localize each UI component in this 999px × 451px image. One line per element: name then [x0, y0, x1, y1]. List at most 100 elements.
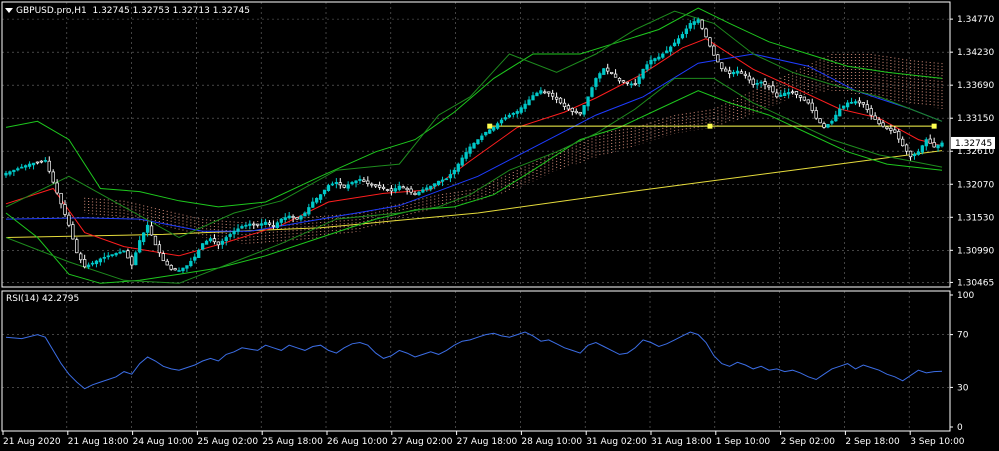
ma-long-line [5, 150, 943, 238]
candle-body [598, 73, 602, 79]
candle-body [189, 260, 193, 267]
candle-body [350, 182, 354, 185]
candle-body [488, 129, 492, 134]
candle-body [653, 58, 657, 62]
candle-body [578, 112, 582, 115]
candle-body [291, 216, 295, 218]
candle-body [747, 75, 751, 81]
candle-body [448, 174, 453, 179]
candle-body [86, 264, 91, 268]
candle-body [20, 166, 24, 169]
candle-body [558, 97, 563, 104]
level-anchor-handle[interactable] [931, 123, 937, 129]
price-tick-label: 1.33150 [957, 114, 994, 124]
time-axis-label: 25 Aug 02:00 [197, 437, 258, 447]
candle-body [842, 105, 846, 109]
candle-body [566, 105, 571, 110]
envelope-upper-line [5, 10, 943, 239]
candle-body [853, 101, 858, 104]
candle-body [248, 223, 252, 226]
candle-body [177, 270, 181, 272]
candle-body [173, 268, 177, 271]
candle-body [621, 80, 626, 83]
candle-body [495, 123, 500, 129]
candle-body [452, 169, 456, 175]
candle-body [307, 207, 311, 215]
candle-body [901, 138, 905, 147]
candle-body [374, 184, 378, 187]
candle-body [657, 56, 661, 60]
candle-body [256, 223, 260, 226]
candle-body [204, 240, 209, 245]
candle-body [539, 90, 543, 94]
candle-body [731, 71, 736, 75]
candle-body [519, 107, 523, 113]
candle-body [456, 163, 460, 172]
candle-body [90, 262, 95, 265]
candle-body [932, 142, 936, 148]
candle-body [47, 160, 51, 172]
candle-body [936, 144, 940, 149]
candle-body [342, 184, 346, 188]
candle-body [224, 237, 228, 242]
candle-body [417, 191, 421, 196]
candle-body [727, 70, 732, 74]
candle-body [735, 70, 740, 74]
candle-body [790, 91, 795, 94]
candle-body [63, 204, 67, 215]
candle-body [547, 91, 551, 94]
candle-body [940, 142, 944, 147]
time-axis-label: 3 Sep 10:00 [910, 437, 965, 447]
candle-body [12, 169, 16, 173]
time-axis-label: 24 Aug 10:00 [133, 437, 194, 447]
candle-body [326, 185, 331, 191]
level-anchor-handle[interactable] [707, 123, 713, 129]
candle-body [582, 105, 586, 115]
candle-body [763, 81, 767, 85]
candle-body [503, 117, 508, 120]
candle-body [354, 180, 358, 184]
candle-body [511, 112, 515, 115]
bollinger-lower-line [5, 90, 943, 284]
ohlc-values: 1.32745 1.32753 1.32713 1.32745 [92, 6, 250, 16]
candle-body [318, 194, 323, 200]
candle-body [755, 82, 759, 85]
candle-body [751, 78, 755, 85]
candle-body [617, 78, 622, 82]
candle-body [413, 192, 417, 196]
chart-root: 1.34770 1.34230 1.33690 1.33150 1.32610 1.320… [0, 0, 999, 451]
candle-body [712, 45, 716, 56]
rsi-tick-label: 70 [957, 331, 969, 341]
candle-body [299, 215, 303, 220]
dropdown-triangle-icon[interactable] [5, 8, 13, 13]
candle-body [43, 160, 47, 162]
candle-body [743, 73, 748, 76]
time-axis-label: 2 Sep 18:00 [845, 437, 900, 447]
candle-body [295, 217, 299, 220]
candle-body [904, 144, 909, 152]
price-tick-label: 1.34230 [957, 48, 994, 58]
candle-body [830, 120, 834, 124]
candle-body [881, 122, 885, 127]
candle-body [8, 171, 12, 175]
candle-body [802, 96, 807, 101]
candle-body [130, 256, 134, 266]
candle-body [425, 187, 429, 190]
time-axis-label: 31 Aug 02:00 [586, 437, 647, 447]
candle-body [153, 235, 158, 246]
candle-body [834, 114, 838, 122]
price-tick-label: 1.33690 [957, 81, 994, 91]
candle-body [421, 189, 425, 193]
candle-body [928, 138, 932, 144]
price-panel-frame [1, 1, 951, 288]
candle-body [444, 178, 449, 181]
candle-body [409, 188, 413, 193]
candle-body [806, 99, 810, 104]
price-chart[interactable]: 1.347701.342301.336901.331501.326101.320… [0, 0, 999, 451]
candle-body [114, 253, 118, 256]
candle-body [625, 81, 630, 84]
candle-body [590, 87, 594, 97]
candle-body [51, 171, 55, 183]
candle-body [436, 180, 441, 185]
level-anchor-handle[interactable] [487, 123, 493, 129]
